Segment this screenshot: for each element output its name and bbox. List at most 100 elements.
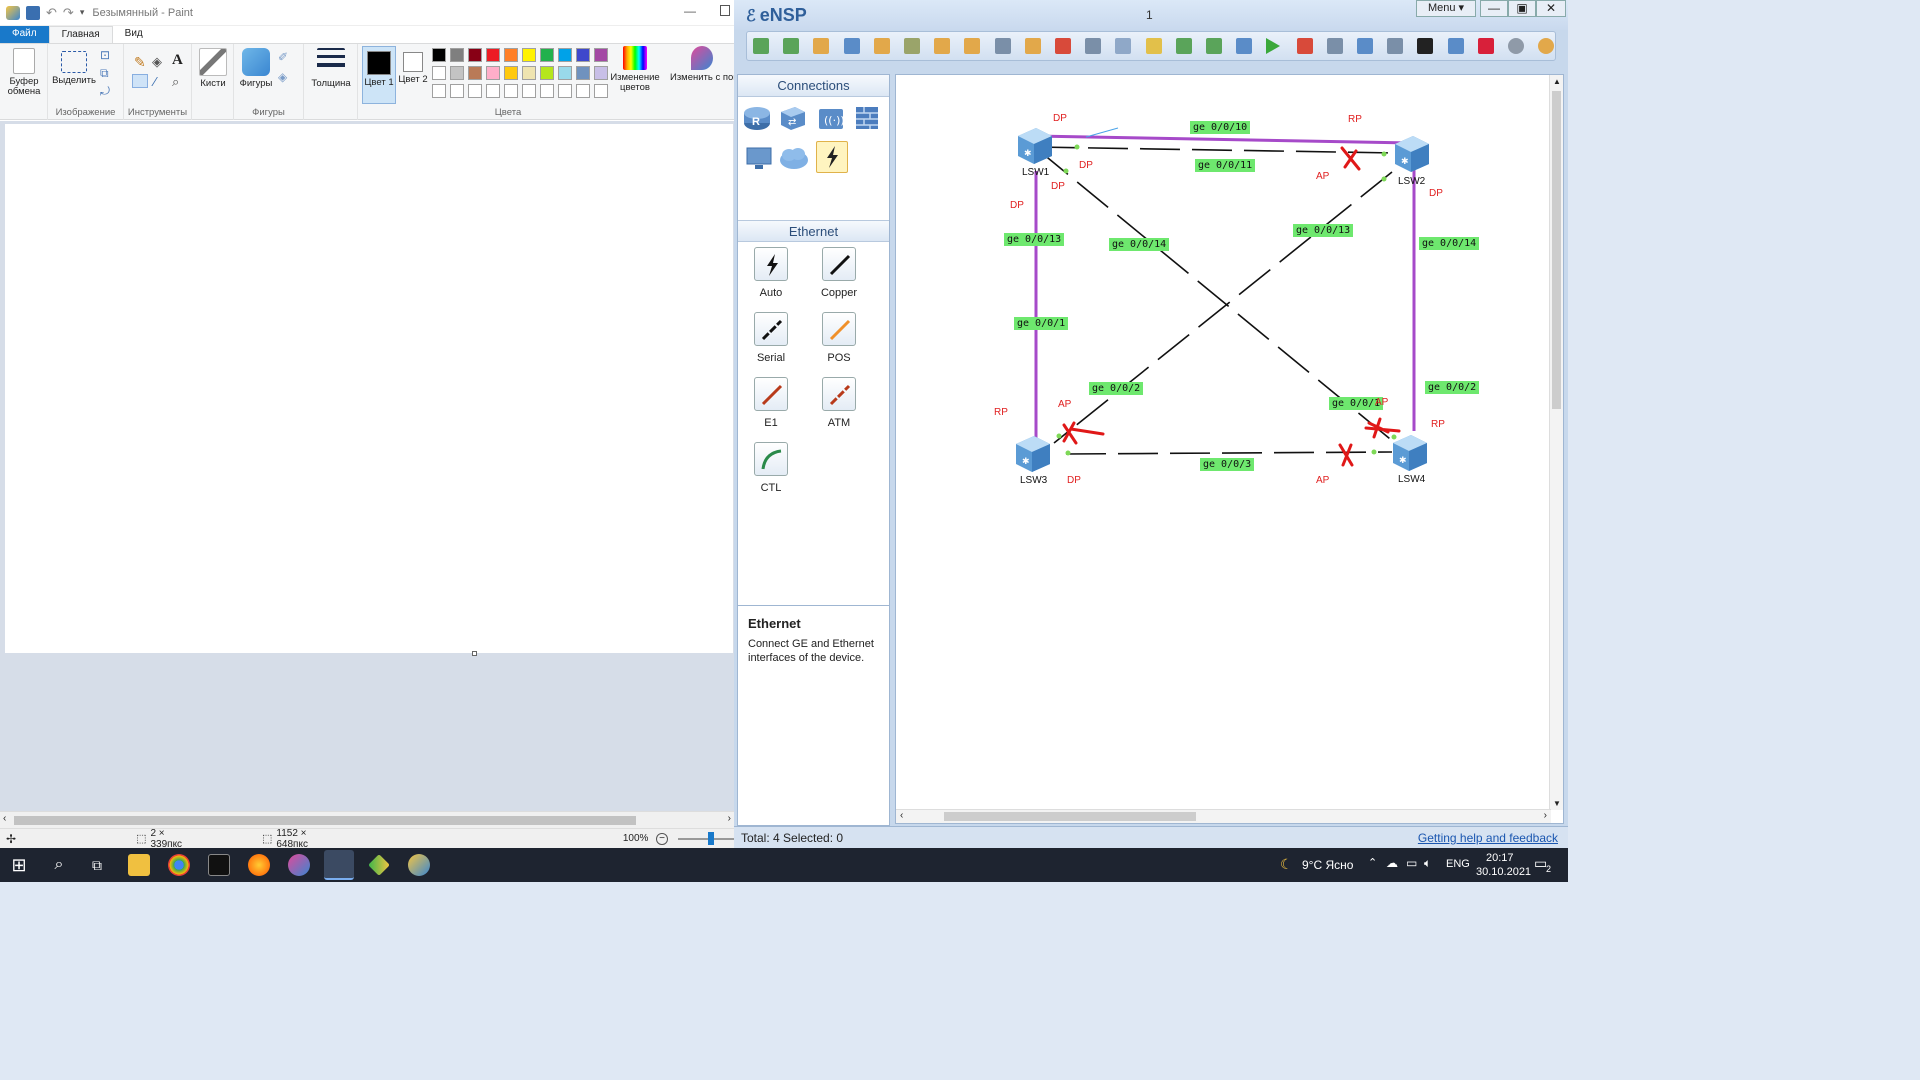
- hscroll-left-icon[interactable]: ‹: [900, 810, 903, 821]
- color-swatch[interactable]: [504, 48, 518, 62]
- zoom-slider[interactable]: [677, 831, 734, 845]
- ensp-minimize-button[interactable]: —: [1480, 0, 1508, 17]
- delete-link-icon[interactable]: [1085, 38, 1102, 54]
- size-button[interactable]: Толщина: [308, 48, 354, 89]
- topology-icon[interactable]: [1357, 38, 1373, 54]
- start-device-icon[interactable]: [1266, 38, 1281, 54]
- color1-button[interactable]: Цвет 1: [362, 46, 396, 104]
- maximize-button[interactable]: [720, 5, 730, 16]
- save-icon[interactable]: [26, 5, 40, 20]
- switch-lsw3-icon[interactable]: ✱: [1016, 436, 1050, 472]
- app-taskbar-icon[interactable]: [368, 854, 390, 876]
- file-explorer-icon[interactable]: [128, 854, 150, 876]
- link-lsw1-lsw2-10[interactable]: [1033, 134, 1414, 145]
- topology-vertical-scrollbar[interactable]: ▲ ▼: [1549, 75, 1563, 810]
- paint-horizontal-scrollbar[interactable]: ‹ ›: [0, 811, 734, 828]
- color-swatch[interactable]: [522, 48, 536, 62]
- chrome-icon[interactable]: [168, 854, 190, 876]
- open-icon[interactable]: [813, 38, 830, 54]
- color-swatch[interactable]: [540, 84, 554, 98]
- language-indicator[interactable]: ENG: [1446, 858, 1470, 870]
- color-swatch[interactable]: [558, 48, 572, 62]
- cable-ctl[interactable]: CTL: [741, 442, 801, 494]
- select-icon[interactable]: [994, 38, 1011, 54]
- topology-horizontal-scrollbar[interactable]: ‹ ›: [896, 809, 1551, 823]
- new-project-icon[interactable]: [783, 38, 800, 54]
- color-swatch[interactable]: [576, 84, 590, 98]
- color-swatch[interactable]: [558, 66, 572, 80]
- ensp-close-button[interactable]: ✕: [1536, 0, 1566, 17]
- onedrive-icon[interactable]: ☁: [1386, 856, 1398, 870]
- crop-icon[interactable]: ⊡: [100, 48, 110, 62]
- color-swatch[interactable]: [576, 48, 590, 62]
- start-icon[interactable]: ⊞: [8, 854, 30, 876]
- color-swatch[interactable]: [522, 66, 536, 80]
- wlan-icon[interactable]: ((·)): [816, 103, 846, 133]
- ensp-maximize-button[interactable]: ▣: [1508, 0, 1536, 17]
- select-button[interactable]: Выделить: [52, 48, 96, 86]
- magnifier-icon[interactable]: ⌕: [172, 74, 179, 90]
- undo-icon[interactable]: [934, 38, 951, 54]
- delete-icon[interactable]: [1055, 38, 1071, 54]
- new-topology-icon[interactable]: [753, 38, 769, 54]
- color-picker-icon[interactable]: ⁄: [154, 74, 156, 89]
- firewall-icon[interactable]: [852, 103, 882, 133]
- outline-icon[interactable]: ✐: [278, 50, 288, 64]
- paint-app-taskbar-icon[interactable]: [408, 854, 430, 876]
- tray-expand-icon[interactable]: ⌃: [1368, 856, 1377, 869]
- edit-colors-button[interactable]: Изменение цветов: [608, 46, 662, 93]
- clock-date[interactable]: 30.10.2021: [1476, 866, 1531, 878]
- cli-icon[interactable]: [1417, 38, 1434, 54]
- clock-time[interactable]: 20:17: [1486, 852, 1514, 864]
- switch-lsw1-icon[interactable]: ✱: [1018, 128, 1052, 164]
- pc-icon[interactable]: [744, 143, 774, 173]
- weather-icon[interactable]: ☾: [1280, 856, 1293, 873]
- color-swatch[interactable]: [558, 84, 572, 98]
- router-icon[interactable]: R: [742, 103, 772, 133]
- color2-button[interactable]: Цвет 2: [398, 46, 428, 104]
- cloud-icon[interactable]: [778, 143, 808, 173]
- chat-icon[interactable]: [1447, 38, 1464, 54]
- color-swatch[interactable]: [468, 84, 482, 98]
- color-swatch[interactable]: [540, 66, 554, 80]
- undo-icon[interactable]: ↶: [46, 5, 57, 21]
- cable-pos[interactable]: POS: [809, 312, 869, 364]
- color-swatch[interactable]: [432, 66, 446, 80]
- cable-auto[interactable]: Auto: [741, 247, 801, 299]
- topology-hscroll-thumb[interactable]: [944, 812, 1196, 821]
- color-swatch[interactable]: [432, 48, 446, 62]
- firefox-icon[interactable]: [248, 854, 270, 876]
- pencil-icon[interactable]: ✎: [134, 54, 146, 71]
- switch-lsw4-icon[interactable]: ✱: [1393, 435, 1427, 471]
- canvas-resize-handle[interactable]: [472, 651, 477, 656]
- topology-canvas[interactable]: ✱ ✱ ✱ ✱ LSW1 LSW2 LSW3 LSW4 ge 0/0/10 ge…: [895, 74, 1564, 824]
- rotate-icon[interactable]: ⤾: [100, 84, 110, 99]
- color-swatch[interactable]: [594, 48, 608, 62]
- pan-icon[interactable]: [1024, 38, 1041, 54]
- menu-button[interactable]: Menu ▾: [1416, 0, 1476, 17]
- redo-icon[interactable]: ↷: [63, 5, 74, 21]
- color-swatch[interactable]: [504, 66, 518, 80]
- shapes-button[interactable]: Фигуры: [236, 48, 276, 89]
- weather-text[interactable]: 9°C Ясно: [1302, 858, 1353, 872]
- terminal-icon[interactable]: [208, 854, 230, 876]
- scroll-up-icon[interactable]: ▲: [1553, 77, 1561, 86]
- redo-icon[interactable]: [964, 38, 981, 54]
- clipboard-button[interactable]: Буфер обмена: [4, 48, 44, 97]
- fill-icon[interactable]: ◈: [152, 54, 162, 70]
- zoom-slider-thumb[interactable]: [707, 831, 714, 845]
- color-swatch[interactable]: [522, 84, 536, 98]
- paint3d-button[interactable]: Изменить с помощью Pai: [670, 46, 734, 83]
- cable-e1[interactable]: E1: [741, 377, 801, 429]
- grid-icon[interactable]: [1387, 38, 1404, 54]
- save-as-icon[interactable]: [873, 38, 890, 54]
- color-swatch[interactable]: [450, 84, 464, 98]
- scroll-right-icon[interactable]: ›: [728, 813, 731, 824]
- eraser-icon[interactable]: [132, 74, 148, 88]
- text-note-icon[interactable]: [1115, 38, 1132, 54]
- cable-atm[interactable]: ATM: [809, 377, 869, 429]
- color-swatch[interactable]: [432, 84, 446, 98]
- zoom-in-icon[interactable]: [1175, 38, 1192, 54]
- customize-qa-icon[interactable]: ▾: [80, 7, 85, 18]
- color-swatch[interactable]: [576, 66, 590, 80]
